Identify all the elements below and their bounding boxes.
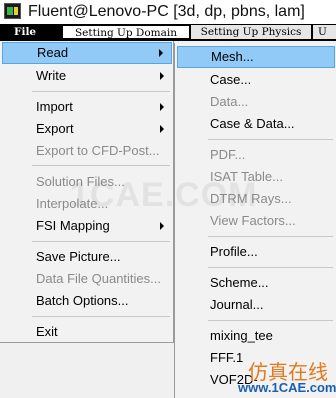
file-menu-batch-options[interactable]: Batch Options... xyxy=(2,290,172,312)
read-recent-file[interactable]: mixing_tee xyxy=(177,325,335,347)
file-menu-read-label: Read xyxy=(37,45,69,60)
read-case[interactable]: Case... xyxy=(177,69,335,91)
submenu-arrow-icon xyxy=(160,125,164,133)
menu-separator xyxy=(208,320,333,321)
file-menu-exit[interactable]: Exit xyxy=(2,321,172,343)
file-menu-import-label: Import xyxy=(36,99,73,114)
file-menu-write-label: Write xyxy=(36,68,67,83)
read-dtrm-rays[interactable]: DTRM Rays... xyxy=(177,188,335,210)
read-recent-file[interactable]: FFF.1 xyxy=(177,347,335,369)
file-menu: Read Write Import Export Export to CFD-P… xyxy=(0,41,174,343)
menu-file[interactable]: File xyxy=(0,25,62,39)
file-menu-export-cfd-post[interactable]: Export to CFD-Post... xyxy=(2,140,172,162)
submenu-arrow-icon xyxy=(160,103,164,111)
file-menu-export-label: Export xyxy=(36,121,74,136)
read-case-and-data[interactable]: Case & Data... xyxy=(177,113,335,135)
read-submenu: Mesh... Case... Data... Case & Data... P… xyxy=(174,43,336,398)
read-scheme[interactable]: Scheme... xyxy=(177,272,335,294)
file-menu-fsi-mapping-label: FSI Mapping xyxy=(36,218,110,233)
file-menu-interpolate[interactable]: Interpolate... xyxy=(2,193,172,215)
file-menu-import[interactable]: Import xyxy=(2,96,172,118)
submenu-arrow-icon xyxy=(160,72,164,80)
menu-setting-up-domain[interactable]: Setting Up Domain xyxy=(62,25,190,39)
menu-separator xyxy=(32,316,170,317)
menu-separator xyxy=(208,236,333,237)
read-data[interactable]: Data... xyxy=(177,91,335,113)
file-menu-data-file-quantities[interactable]: Data File Quantities... xyxy=(2,268,172,290)
menu-separator xyxy=(32,165,170,166)
read-mesh[interactable]: Mesh... xyxy=(177,46,335,68)
menu-separator xyxy=(32,91,170,92)
file-menu-fsi-mapping[interactable]: FSI Mapping xyxy=(2,215,172,237)
fluent-app-icon[interactable] xyxy=(4,3,21,19)
window-title: Fluent@Lenovo-PC [3d, dp, pbns, lam] xyxy=(28,3,305,20)
menu-separator xyxy=(32,241,170,242)
read-recent-file[interactable]: VOF2D- xyxy=(177,369,335,391)
file-menu-solution-files[interactable]: Solution Files... xyxy=(2,171,172,193)
read-view-factors[interactable]: View Factors... xyxy=(177,210,335,232)
file-menu-export[interactable]: Export xyxy=(2,118,172,140)
read-isat-table[interactable]: ISAT Table... xyxy=(177,166,335,188)
submenu-arrow-icon xyxy=(159,49,163,57)
menu-user-defined-truncated[interactable]: U xyxy=(313,25,336,39)
menu-setting-up-physics[interactable]: Setting Up Physics xyxy=(191,25,311,39)
read-journal[interactable]: Journal... xyxy=(177,294,335,316)
file-menu-save-picture[interactable]: Save Picture... xyxy=(2,246,172,268)
read-profile[interactable]: Profile... xyxy=(177,241,335,263)
menu-separator xyxy=(208,139,333,140)
file-menu-read[interactable]: Read xyxy=(2,42,172,64)
title-bar: Fluent@Lenovo-PC [3d, dp, pbns, lam] xyxy=(0,0,336,24)
menu-separator xyxy=(208,267,333,268)
menu-bar: File Setting Up Domain Setting Up Physic… xyxy=(0,24,336,41)
read-pdf[interactable]: PDF... xyxy=(177,144,335,166)
file-menu-write[interactable]: Write xyxy=(2,65,172,87)
submenu-arrow-icon xyxy=(160,222,164,230)
